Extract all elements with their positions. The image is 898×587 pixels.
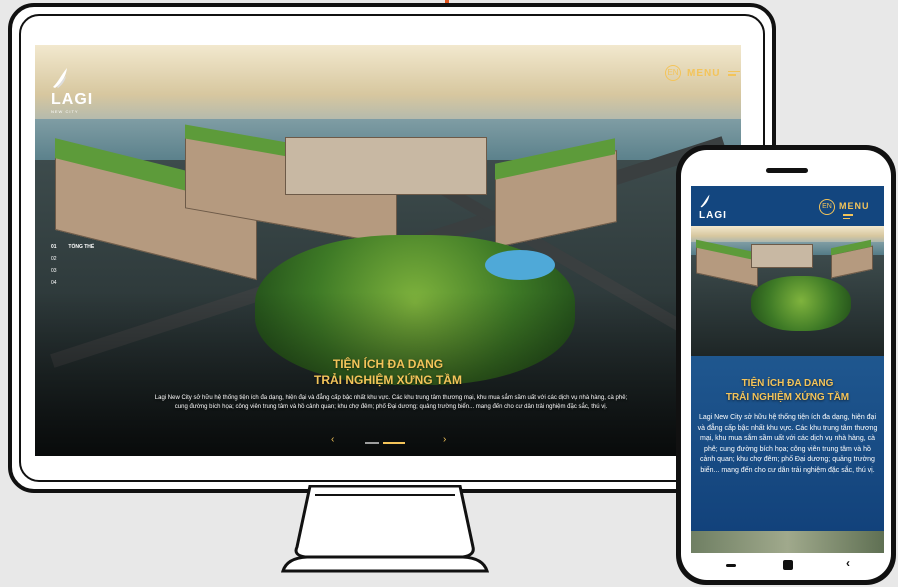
mobile-header: LAGI EN MENU — [691, 186, 884, 226]
wing-logo-icon — [53, 68, 67, 88]
phone-body: LAGI EN MENU TIỆN ÍCH ĐA DANG TRẢI NGHIỆ… — [681, 150, 891, 580]
desktop-monitor-frame: LAGI NEW CITY EN MENU 01 TỔNG THỂ 02 03 … — [8, 3, 776, 493]
mobile-next-section-preview — [691, 531, 884, 553]
mobile-language-button[interactable]: EN — [819, 199, 835, 215]
slide-indicator — [365, 442, 405, 444]
slide-dot-active[interactable] — [383, 442, 405, 444]
site-logo[interactable]: LAGI NEW CITY — [51, 67, 93, 114]
hero-title-line2: TRẢI NGHIỆM XỨNG TẦM — [314, 373, 462, 387]
hamburger-menu-icon — [728, 69, 741, 78]
side-nav-item[interactable]: 02 — [51, 253, 94, 265]
menu-label: MENU — [687, 68, 721, 79]
language-button[interactable]: EN — [665, 65, 681, 81]
mobile-description: Lagi New City sở hữu hệ thống tiện ích đ… — [697, 414, 878, 474]
desktop-website-screen: LAGI NEW CITY EN MENU 01 TỔNG THỂ 02 03 … — [35, 45, 741, 456]
section-side-nav: 01 TỔNG THỂ 02 03 04 — [51, 241, 94, 289]
central-park — [751, 276, 851, 331]
mobile-hero-image — [691, 226, 884, 356]
mobile-logo[interactable]: LAGI — [699, 194, 727, 221]
mobile-menu-label: MENU — [839, 201, 870, 211]
wing-logo-icon — [700, 194, 710, 208]
phone-navigation-bar: ‹ — [681, 556, 891, 574]
chevron-left-icon[interactable]: ‹ — [846, 556, 850, 570]
side-nav-item[interactable]: 01 TỔNG THỂ — [51, 241, 94, 253]
side-nav-number: 03 — [51, 268, 57, 274]
menu-button[interactable]: MENU — [687, 68, 741, 79]
hero-title-line1: TIỆN ÍCH ĐA DẠNG — [332, 357, 444, 371]
side-nav-number: 01 — [51, 244, 57, 250]
nav-home-icon[interactable] — [783, 560, 793, 570]
hero-description: Lagi New City sở hữu hệ thống tiện ích đ… — [154, 395, 628, 410]
mobile-content-panel: TIỆN ÍCH ĐA DANG TRẢI NGHIỆM XỨNG TẦM La… — [691, 356, 884, 531]
mobile-logo-text: LAGI — [699, 210, 727, 221]
side-nav-item[interactable]: 03 — [51, 265, 94, 277]
slide-dot[interactable] — [365, 442, 379, 444]
hamburger-menu-icon — [843, 212, 853, 221]
pool — [485, 250, 555, 280]
chevron-right-icon[interactable]: › — [443, 434, 446, 445]
mobile-phone-frame: LAGI EN MENU TIỆN ÍCH ĐA DANG TRẢI NGHIỆ… — [676, 145, 896, 585]
mobile-title-line2: TRẢI NGHIỆM XỨNG TẦM — [725, 392, 850, 403]
side-nav-item[interactable]: 04 — [51, 277, 94, 289]
logo-text: LAGI — [51, 91, 94, 108]
phone-speaker — [766, 168, 808, 173]
chevron-left-icon[interactable]: ‹ — [331, 434, 334, 445]
monitor-stand — [280, 485, 490, 573]
nav-back-icon[interactable] — [726, 564, 736, 567]
aerial-city-render — [691, 226, 884, 356]
side-nav-number: 04 — [51, 280, 57, 286]
mobile-menu-button[interactable]: MENU — [839, 201, 884, 221]
mobile-title-line1: TIỆN ÍCH ĐA DANG — [741, 378, 834, 389]
building-block — [751, 244, 813, 268]
mobile-website-screen: LAGI EN MENU TIỆN ÍCH ĐA DANG TRẢI NGHIỆ… — [691, 186, 884, 553]
logo-subtext: NEW CITY — [51, 109, 79, 114]
side-nav-number: 02 — [51, 256, 57, 262]
side-nav-label: TỔNG THỂ — [68, 244, 95, 250]
building-block — [285, 137, 487, 195]
